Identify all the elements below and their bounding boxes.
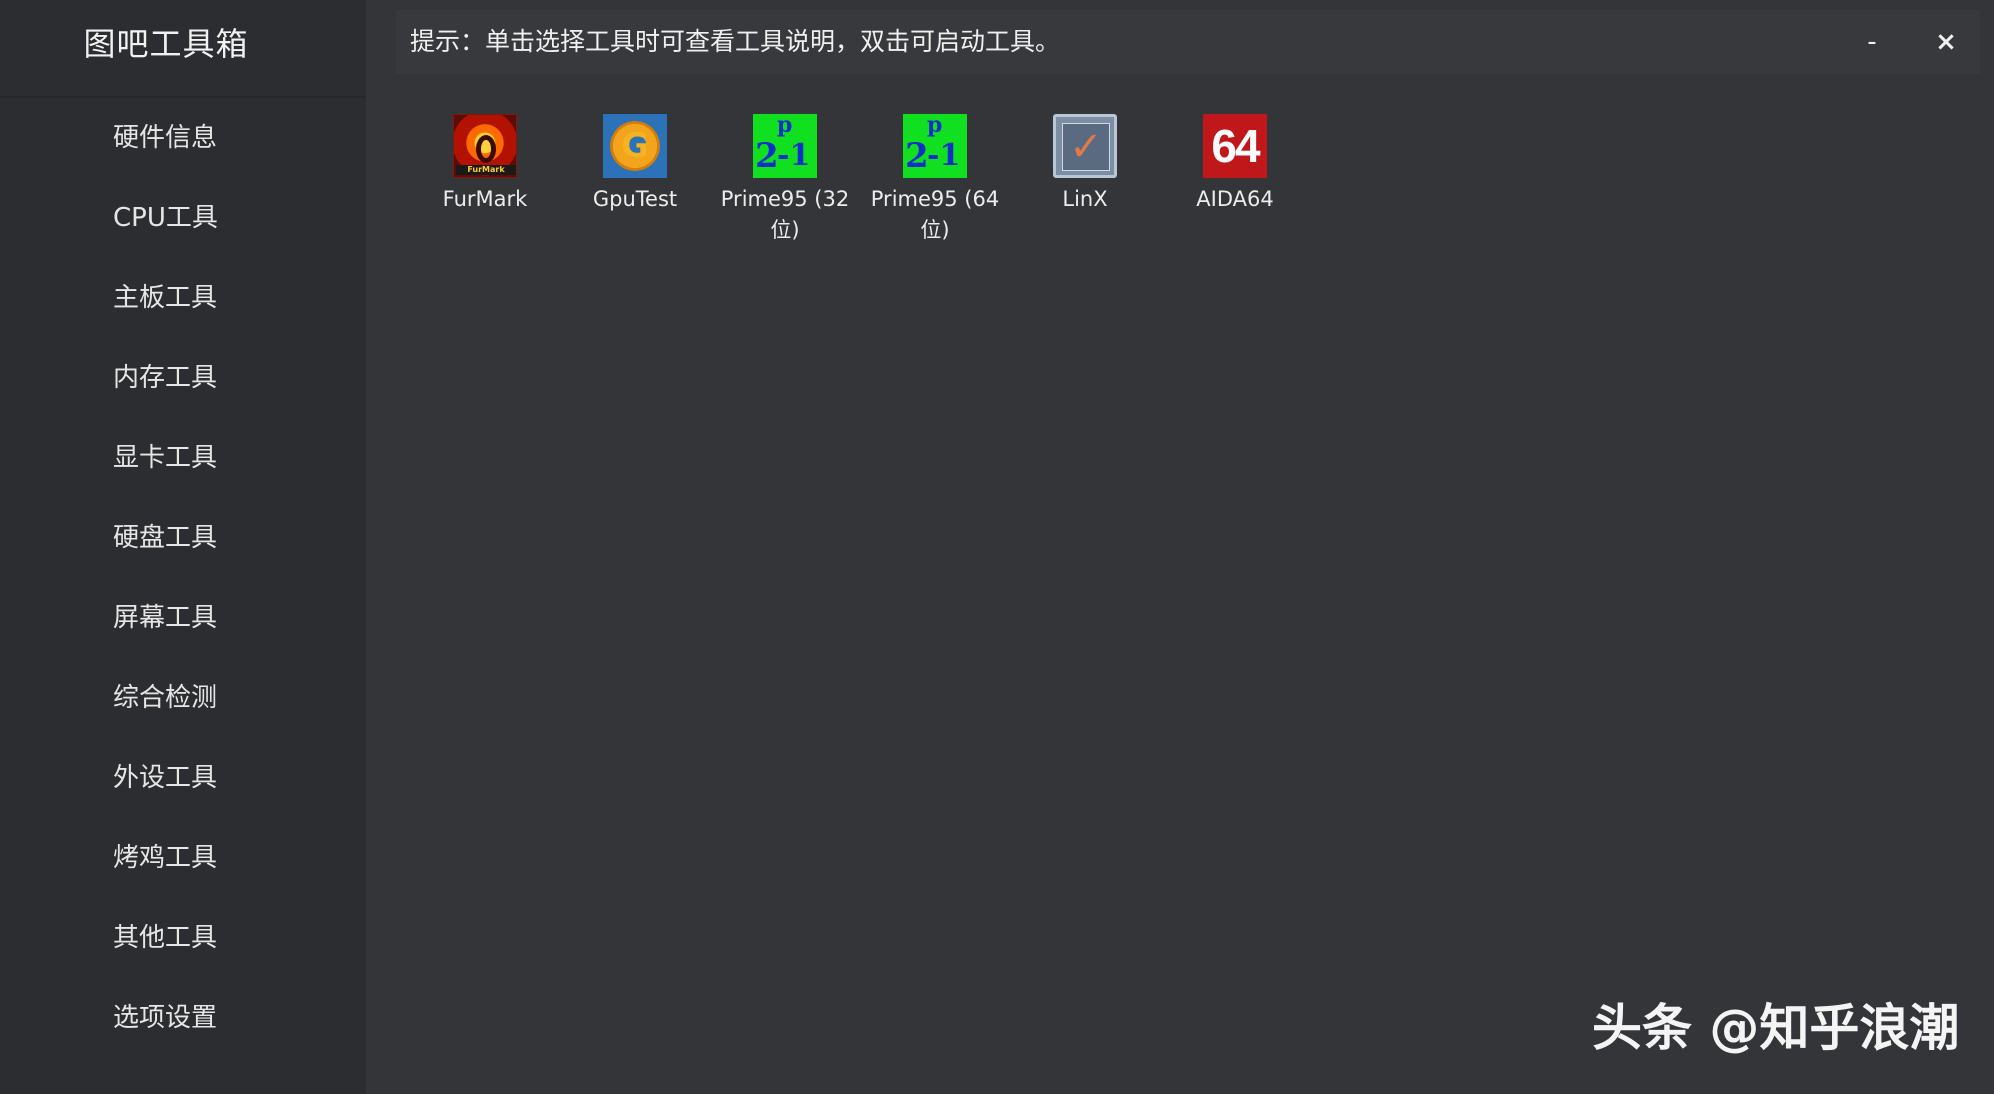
sidebar: 图吧工具箱 硬件信息 CPU工具 主板工具 内存工具 显卡工具 硬盘工具 屏幕工… (0, 0, 366, 1094)
tool-prime95-32[interactable]: p 2 -1 Prime95 (32位) (710, 114, 860, 274)
sidebar-item-gpu-tools[interactable]: 显卡工具 (0, 418, 366, 498)
tool-label: Prime95 (64位) (870, 187, 1000, 242)
sidebar-item-settings[interactable]: 选项设置 (0, 978, 366, 1058)
minimize-button[interactable]: - (1852, 22, 1892, 62)
sidebar-item-memory-tools[interactable]: 内存工具 (0, 338, 366, 418)
tool-gputest[interactable]: G GpuTest (560, 114, 710, 274)
hint-bar: 提示：单击选择工具时可查看工具说明，双击可启动工具。 - × (396, 10, 1980, 74)
tool-label: Prime95 (32位) (720, 187, 850, 242)
prime95-icon: p 2 -1 (753, 114, 817, 178)
aida64-icon-text: 64 (1211, 120, 1260, 172)
linx-checkbox-frame: ✓ (1062, 123, 1110, 171)
furmark-icon: FurMark (453, 114, 517, 178)
tool-grid: FurMark FurMark G GpuTest p 2 -1 Prime95… (410, 114, 1310, 274)
furmark-icon-text: FurMark (456, 165, 516, 175)
prime95-icon: p 2 -1 (903, 114, 967, 178)
checkmark-icon: ✓ (1069, 124, 1103, 170)
sidebar-item-hardware-info[interactable]: 硬件信息 (0, 98, 366, 178)
aida64-icon: 64 (1203, 114, 1267, 178)
sidebar-item-cpu-tools[interactable]: CPU工具 (0, 178, 366, 258)
gputest-icon: G (603, 114, 667, 178)
prime95-glyph-p: p (777, 112, 793, 138)
watermark: 头条 @知乎浪潮 (1592, 999, 1960, 1057)
sidebar-item-stress-test-tools[interactable]: 烤鸡工具 (0, 818, 366, 898)
tool-linx[interactable]: ✓ LinX (1010, 114, 1160, 274)
sidebar-item-screen-tools[interactable]: 屏幕工具 (0, 578, 366, 658)
gputest-icon-letter: G (621, 126, 649, 166)
sidebar-item-other-tools[interactable]: 其他工具 (0, 898, 366, 978)
app-window: 图吧工具箱 硬件信息 CPU工具 主板工具 内存工具 显卡工具 硬盘工具 屏幕工… (0, 0, 1994, 1094)
sidebar-item-peripheral-tools[interactable]: 外设工具 (0, 738, 366, 818)
sidebar-item-comprehensive-test[interactable]: 综合检测 (0, 658, 366, 738)
prime95-glyph-2: 2 (905, 136, 929, 176)
furmark-ring-shape (476, 135, 496, 163)
sidebar-item-disk-tools[interactable]: 硬盘工具 (0, 498, 366, 578)
prime95-glyph-minus-1: -1 (927, 138, 961, 173)
tool-furmark[interactable]: FurMark FurMark (410, 114, 560, 274)
tool-label: LinX (1062, 187, 1108, 211)
close-button[interactable]: × (1926, 22, 1966, 62)
prime95-glyph-2: 2 (755, 136, 779, 176)
tool-aida64[interactable]: 64 AIDA64 (1160, 114, 1310, 274)
prime95-glyph-p: p (927, 112, 943, 138)
sidebar-nav: 硬件信息 CPU工具 主板工具 内存工具 显卡工具 硬盘工具 屏幕工具 综合检测… (0, 98, 366, 1058)
tool-prime95-64[interactable]: p 2 -1 Prime95 (64位) (860, 114, 1010, 274)
sidebar-item-motherboard-tools[interactable]: 主板工具 (0, 258, 366, 338)
hint-text: 提示：单击选择工具时可查看工具说明，双击可启动工具。 (410, 27, 1061, 56)
app-title: 图吧工具箱 (83, 25, 249, 63)
prime95-glyph-minus-1: -1 (777, 138, 811, 173)
linx-checkbox-icon: ✓ (1053, 114, 1117, 178)
tool-label: GpuTest (592, 187, 678, 211)
tool-label: AIDA64 (1196, 187, 1274, 211)
tool-label: FurMark (442, 187, 528, 211)
